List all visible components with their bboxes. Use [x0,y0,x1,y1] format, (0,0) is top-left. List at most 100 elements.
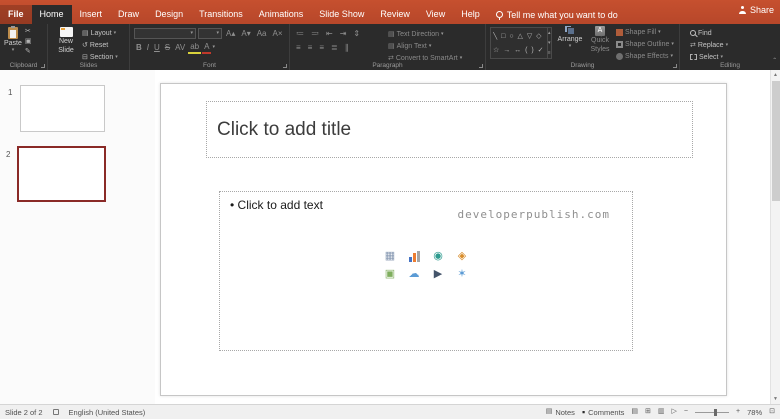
text-highlight-color-button[interactable]: ab [188,41,202,54]
paragraph-dialog-launcher-icon[interactable] [479,64,483,68]
zoom-in-button[interactable]: + [736,408,740,416]
shapes-row-2: ☆ → ↔ ( ) ✓ [493,46,545,54]
normal-view-button[interactable]: ▤ [631,408,638,416]
ribbon-group-editing: Find ⇄ Replace ▾ Select ▾ Editing ˆ [680,24,780,70]
find-button[interactable]: Find [688,27,780,39]
shapes-gallery-more-icon[interactable]: ≡ [548,50,551,56]
slide-thumbnail-panel[interactable]: 1 2 [0,70,155,404]
zoom-slider[interactable] [695,408,730,416]
cut-icon[interactable]: ✂ [25,27,32,36]
shape-fill-button[interactable]: Shape Fill ▾ [614,26,676,38]
vertical-scrollbar[interactable]: ▲ ▼ [770,70,780,404]
share-button[interactable]: Share [739,5,774,15]
slide-thumbnail-1[interactable] [20,85,105,132]
increase-font-size-button[interactable]: A▴ [224,28,237,39]
chevron-down-icon: ▾ [190,30,193,36]
insert-table-icon[interactable]: ▦ [385,250,395,263]
insert-smartart-icon[interactable]: ◉ [433,250,443,263]
font-dialog-launcher-icon[interactable] [283,64,287,68]
arrange-button[interactable]: Arrange ▾ [554,26,586,62]
italic-button[interactable]: I [145,42,151,53]
comments-button[interactable]: ▪ Comments [582,408,624,417]
tab-slide-show[interactable]: Slide Show [311,5,372,24]
tell-me-box[interactable]: Tell me what you want to do [495,5,618,24]
zoom-slider-thumb[interactable] [714,408,718,416]
format-painter-icon[interactable]: ✎ [25,47,32,56]
copy-icon[interactable]: ▣ [25,37,32,46]
tab-help[interactable]: Help [453,5,488,24]
character-spacing-button[interactable]: AV [173,42,187,53]
new-slide-button[interactable]: New Slide [52,27,80,63]
underline-button[interactable]: U [152,42,162,53]
align-left-button[interactable]: ≡ [294,42,303,53]
decrease-indent-button[interactable]: ⇤ [324,28,335,39]
insert-3d-model-icon[interactable]: ◈ [458,250,466,263]
insert-picture-icon[interactable]: ▣ [385,268,395,281]
strikethrough-button[interactable]: S [163,42,172,53]
reading-view-button[interactable]: ▥ [658,408,665,416]
quick-styles-button[interactable]: A Quick Styles [586,26,614,62]
columns-button[interactable]: ∥ [343,42,351,53]
numbering-button[interactable]: ≕ [309,28,321,39]
slide-thumbnail-2[interactable] [17,146,106,202]
shape-outline-button[interactable]: Shape Outline ▾ [614,38,676,50]
ribbon-tabs: File Home Insert Draw Design Transitions… [0,5,618,24]
align-right-button[interactable]: ≡ [317,42,326,53]
zoom-out-button[interactable]: − [684,408,688,416]
justify-button[interactable]: ≣ [329,42,340,53]
zoom-level[interactable]: 78% [747,408,762,417]
tab-file[interactable]: File [0,5,32,24]
insert-video-icon[interactable]: ▶ [434,268,442,281]
layout-button[interactable]: ▤ Layout ▾ [80,27,120,39]
insert-icons-icon[interactable]: ✶ [457,268,466,281]
text-direction-button[interactable]: ▤ Text Direction ▾ [386,28,464,40]
clear-formatting-button[interactable]: A× [271,28,285,39]
scroll-down-icon[interactable]: ▼ [771,396,780,402]
tab-animations[interactable]: Animations [251,5,312,24]
shapes-gallery-down-icon[interactable]: ▾ [548,40,551,46]
shapes-gallery[interactable]: ╲ □ ○ △ ▽ ◇ ☆ → ↔ ( ) ✓ ▴ ▾ ≡ [490,27,552,59]
collapse-ribbon-icon[interactable]: ˆ [773,58,776,66]
content-placeholder[interactable]: • Click to add text developerpublish.com… [219,191,633,351]
reset-button[interactable]: ↺ Reset [80,39,120,51]
slide-sorter-view-button[interactable]: ⊞ [645,408,651,416]
shape-effects-button[interactable]: Shape Effects ▾ [614,50,676,62]
tab-draw[interactable]: Draw [110,5,147,24]
tab-design[interactable]: Design [147,5,191,24]
slide-editor[interactable]: Click to add title • Click to add text d… [160,83,727,396]
language-indicator[interactable]: English (United States) [69,408,146,417]
drawing-dialog-launcher-icon[interactable] [673,64,677,68]
tab-review[interactable]: Review [372,5,418,24]
line-spacing-button[interactable]: ⇕ [351,28,362,39]
decrease-font-size-button[interactable]: A▾ [239,28,252,39]
align-text-button[interactable]: ▤ Align Text ▾ [386,40,464,52]
font-color-button[interactable]: A [202,41,212,54]
slideshow-view-button[interactable]: ▷ [672,408,677,416]
insert-chart-icon[interactable] [408,250,420,262]
notes-button[interactable]: ▤ Notes [546,408,575,417]
clipboard-dialog-launcher-icon[interactable] [41,64,45,68]
change-case-button[interactable]: Aa [255,28,269,39]
scrollbar-thumb[interactable] [772,81,780,201]
replace-button[interactable]: ⇄ Replace ▾ [688,39,780,51]
shape-fill-icon [616,28,623,36]
font-name-select[interactable]: ▾ [134,28,196,39]
insert-online-picture-icon[interactable]: ☁ [409,268,420,281]
increase-indent-button[interactable]: ⇥ [338,28,349,39]
tab-transitions[interactable]: Transitions [191,5,251,24]
section-icon: ⊟ [82,53,88,61]
scroll-up-icon[interactable]: ▲ [771,72,780,78]
accessibility-icon[interactable] [52,409,59,415]
tab-home[interactable]: Home [31,5,72,24]
title-placeholder[interactable]: Click to add title [206,101,693,158]
tab-insert[interactable]: Insert [72,5,111,24]
bold-button[interactable]: B [134,42,144,53]
fit-to-window-button[interactable]: ⊡ [769,408,775,416]
notes-icon: ▤ [545,408,553,415]
tab-view[interactable]: View [418,5,453,24]
align-center-button[interactable]: ≡ [306,42,315,53]
bullets-button[interactable]: ≔ [294,28,306,39]
font-size-select[interactable]: ▾ [198,28,222,39]
shapes-gallery-up-icon[interactable]: ▴ [548,30,551,36]
paste-button[interactable]: Paste ▾ [4,26,22,56]
